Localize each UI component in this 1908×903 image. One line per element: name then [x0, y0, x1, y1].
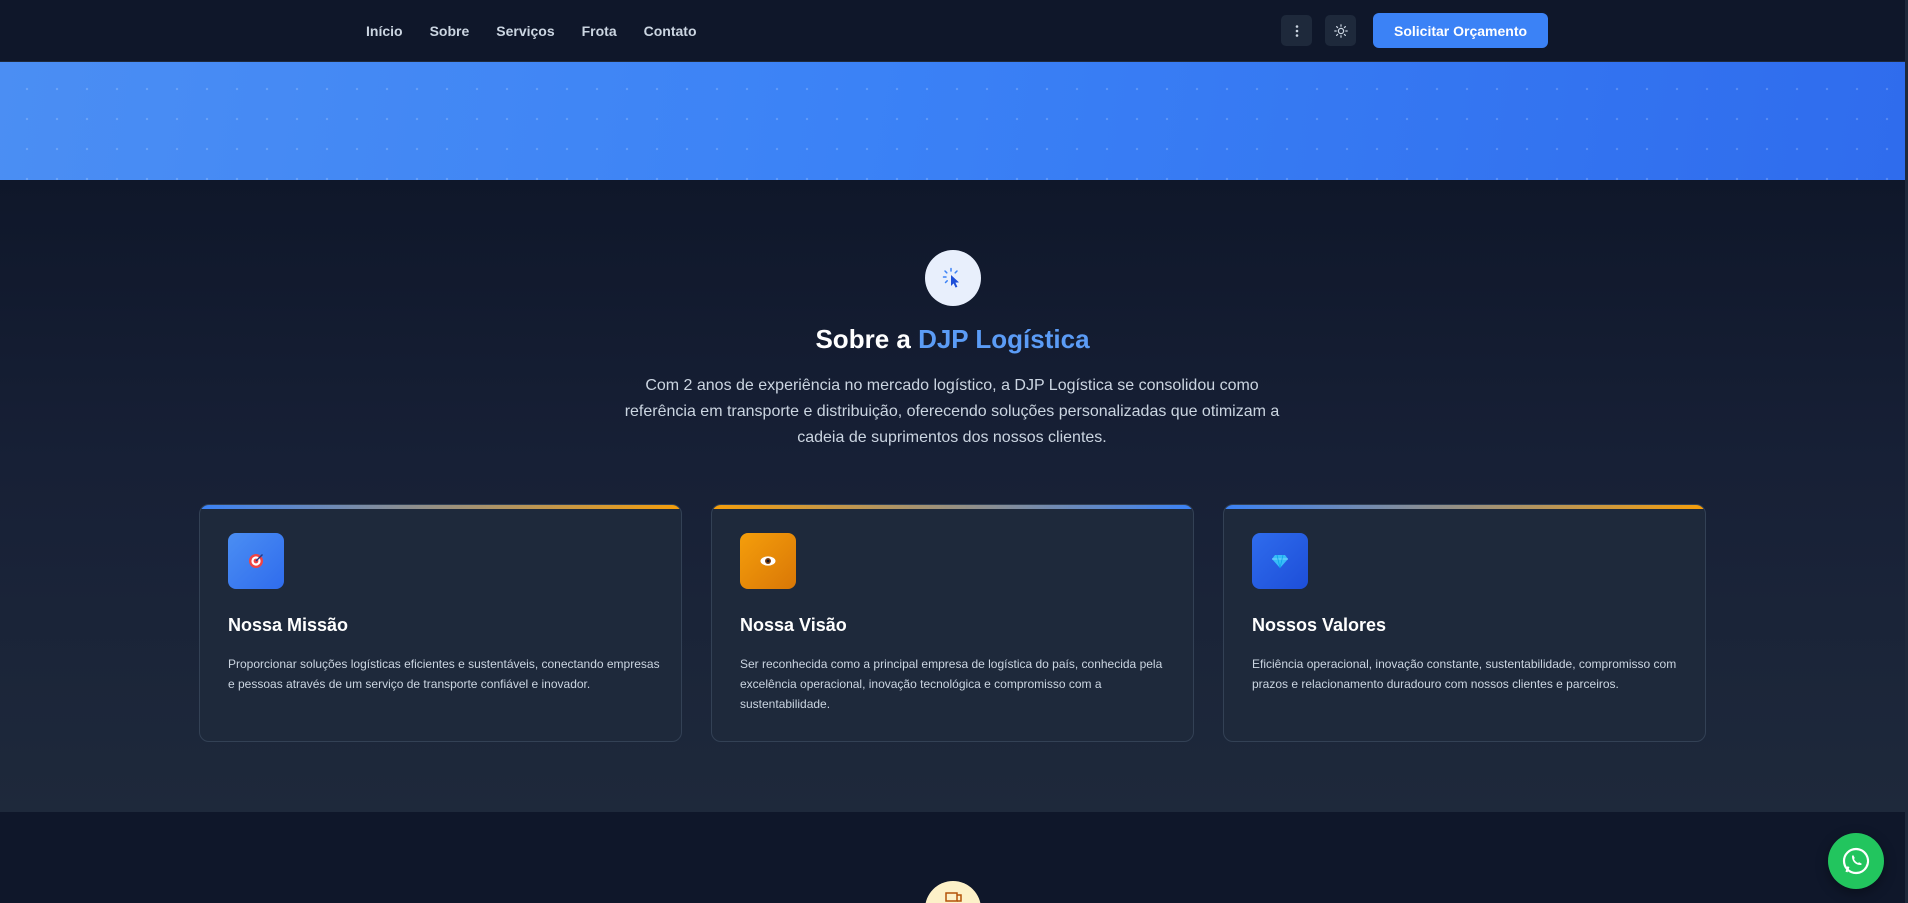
- nav-link-inicio[interactable]: Início: [366, 23, 403, 39]
- nav-link-frota[interactable]: Frota: [582, 23, 617, 39]
- whatsapp-button[interactable]: [1828, 833, 1884, 889]
- pointer-click-icon: [942, 267, 959, 288]
- mission-title: Nossa Missão: [228, 615, 349, 635]
- page: Início Sobre Serviços Frota Contato Soli…: [0, 0, 1908, 903]
- vision-card: Nossa Visão Ser reconhecida como a princ…: [711, 504, 1194, 742]
- next-section-icon-badge: [925, 881, 981, 903]
- whatsapp-icon: [1842, 847, 1870, 875]
- card-top-accent: [200, 505, 681, 509]
- hero-banner: [0, 62, 1905, 180]
- values-text: Eficiência operacional, inovação constan…: [1252, 657, 1677, 691]
- request-quote-button[interactable]: Solicitar Orçamento: [1373, 13, 1549, 48]
- card-top-accent: [712, 505, 1193, 509]
- package-icon: [945, 892, 962, 902]
- mission-icon-badge: [228, 533, 284, 589]
- nav-link-servicos[interactable]: Serviços: [496, 23, 554, 39]
- more-vertical-icon: [1295, 24, 1298, 37]
- vision-icon-badge: [740, 533, 796, 589]
- theme-toggle-button[interactable]: [1325, 15, 1356, 46]
- mission-text: Proporcionar soluções logísticas eficien…: [228, 657, 660, 691]
- site-header: Início Sobre Serviços Frota Contato Soli…: [0, 0, 1905, 62]
- mission-card: Nossa Missão Proporcionar soluções logís…: [199, 504, 682, 742]
- header-actions: Solicitar Orçamento: [1281, 13, 1549, 48]
- vision-title: Nossa Visão: [740, 615, 847, 635]
- values-title: Nossos Valores: [1252, 615, 1387, 635]
- nav-link-contato[interactable]: Contato: [644, 23, 697, 39]
- about-description: Com 2 anos de experiência no mercado log…: [624, 377, 1280, 446]
- sun-icon: [1333, 23, 1348, 38]
- more-menu-button[interactable]: [1281, 15, 1312, 46]
- values-icon-badge: [1252, 533, 1308, 589]
- about-title-prefix: Sobre a: [815, 324, 919, 354]
- target-icon: [249, 554, 263, 568]
- nav-link-sobre[interactable]: Sobre: [430, 23, 470, 39]
- gem-icon: [1272, 554, 1288, 569]
- values-card: Nossos Valores Eficiência operacional, i…: [1223, 504, 1706, 742]
- card-top-accent: [1224, 505, 1705, 509]
- main-nav: Início Sobre Serviços Frota Contato: [366, 0, 697, 62]
- about-section: Sobre a DJP Logística Com 2 anos de expe…: [0, 180, 1905, 812]
- about-cards: Nossa Missão Proporcionar soluções logís…: [199, 504, 1706, 742]
- about-title-accent: DJP Logística: [918, 324, 1090, 354]
- hero-dot-pattern: [0, 62, 1905, 180]
- vision-text: Ser reconhecida como a principal empresa…: [740, 657, 1163, 711]
- next-section: [0, 812, 1905, 903]
- about-title: Sobre a DJP Logística: [0, 324, 1905, 355]
- about-icon-badge: [925, 250, 981, 306]
- eye-icon: [760, 556, 776, 566]
